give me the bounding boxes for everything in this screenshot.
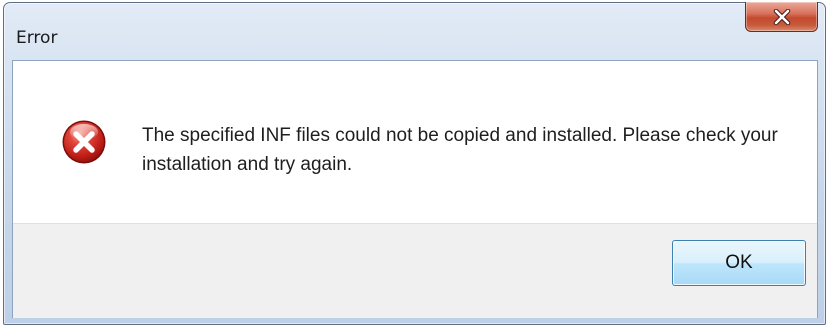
dialog-button-bar: OK [13,223,817,318]
error-dialog-window: Error The specified INF files could not … [3,2,826,325]
dialog-client-area: The specified INF files could not be cop… [12,60,818,318]
close-button[interactable] [745,2,818,32]
error-message: The specified INF files could not be cop… [142,125,778,175]
error-icon [62,120,106,164]
message-area: The specified INF files could not be cop… [13,61,817,223]
ok-button[interactable]: OK [672,240,806,286]
close-icon [773,8,790,25]
window-title: Error [16,28,58,48]
